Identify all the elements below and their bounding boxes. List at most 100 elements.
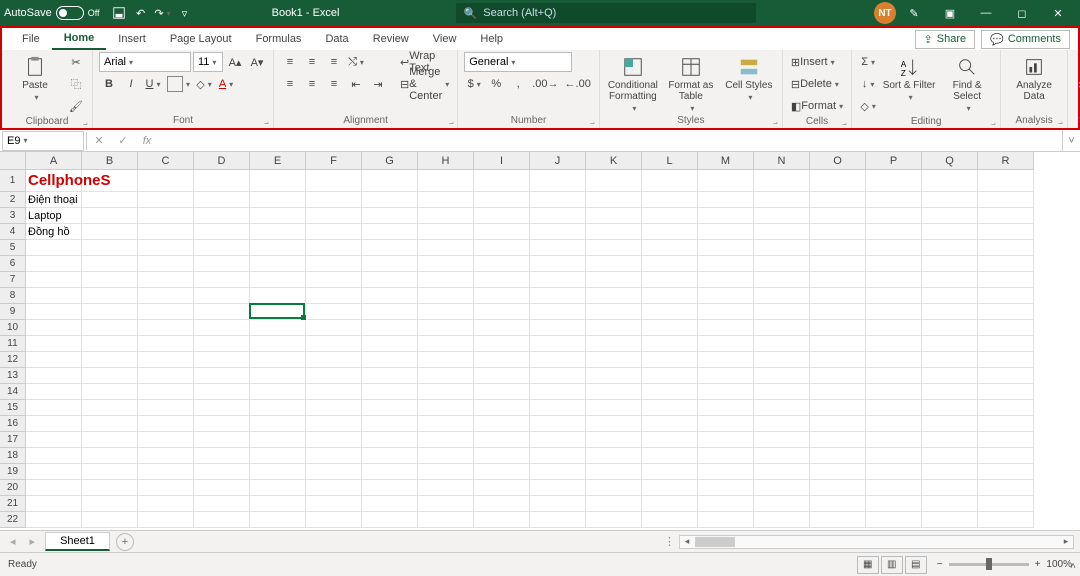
cell[interactable]: [306, 384, 362, 400]
cell[interactable]: [530, 240, 586, 256]
cell[interactable]: [642, 240, 698, 256]
cell[interactable]: [82, 170, 138, 192]
cell[interactable]: [642, 448, 698, 464]
font-size-combo[interactable]: 11: [193, 52, 223, 72]
row-header[interactable]: 18: [0, 448, 26, 464]
cell[interactable]: [306, 320, 362, 336]
cell[interactable]: [754, 512, 810, 528]
cell[interactable]: [82, 432, 138, 448]
cell[interactable]: [194, 320, 250, 336]
pagebreak-view-icon[interactable]: ▤: [905, 556, 927, 574]
cell[interactable]: [754, 272, 810, 288]
cell[interactable]: [138, 240, 194, 256]
cell[interactable]: [362, 432, 418, 448]
analyze-data-button[interactable]: Analyze Data: [1007, 52, 1061, 102]
cell[interactable]: [194, 496, 250, 512]
cell[interactable]: [642, 400, 698, 416]
cell[interactable]: [530, 352, 586, 368]
cell[interactable]: [642, 170, 698, 192]
cell[interactable]: [138, 304, 194, 320]
cell[interactable]: [978, 288, 1034, 304]
cell[interactable]: [82, 224, 138, 240]
tab-home[interactable]: Home: [52, 28, 107, 50]
cell[interactable]: [810, 512, 866, 528]
cell[interactable]: [810, 336, 866, 352]
tab-scroll-right-icon[interactable]: ▸: [26, 535, 40, 548]
cell[interactable]: [474, 368, 530, 384]
cell[interactable]: [642, 208, 698, 224]
cell[interactable]: [530, 320, 586, 336]
new-sheet-icon[interactable]: +: [116, 533, 134, 551]
cell[interactable]: [418, 272, 474, 288]
cell[interactable]: [754, 496, 810, 512]
cell[interactable]: [474, 208, 530, 224]
cell[interactable]: [698, 480, 754, 496]
scroll-left-icon[interactable]: ◂: [680, 536, 694, 548]
cell[interactable]: [306, 256, 362, 272]
column-headers[interactable]: ABCDEFGHIJKLMNOPQR: [26, 152, 1080, 170]
cell[interactable]: [642, 384, 698, 400]
cancel-formula-icon[interactable]: ✕: [87, 131, 111, 151]
cell[interactable]: [866, 224, 922, 240]
cell[interactable]: [138, 272, 194, 288]
cell[interactable]: [418, 368, 474, 384]
cell[interactable]: [418, 464, 474, 480]
cell[interactable]: [530, 256, 586, 272]
horizontal-scrollbar[interactable]: ◂ ▸: [679, 535, 1074, 549]
column-header[interactable]: G: [362, 152, 418, 170]
cell[interactable]: [698, 416, 754, 432]
cell[interactable]: [866, 208, 922, 224]
cell[interactable]: [26, 400, 82, 416]
pen-icon[interactable]: ✎: [896, 0, 932, 26]
cell[interactable]: [306, 224, 362, 240]
cell[interactable]: [754, 192, 810, 208]
cell[interactable]: [418, 320, 474, 336]
cell[interactable]: [250, 272, 306, 288]
cell[interactable]: [250, 480, 306, 496]
cell[interactable]: [754, 288, 810, 304]
autosave[interactable]: AutoSave Off: [4, 6, 100, 20]
cell[interactable]: [810, 352, 866, 368]
undo-icon[interactable]: ↶: [130, 2, 152, 24]
cell[interactable]: [530, 400, 586, 416]
cell[interactable]: [530, 384, 586, 400]
cell[interactable]: [754, 304, 810, 320]
cell[interactable]: [530, 192, 586, 208]
cell[interactable]: [866, 240, 922, 256]
column-header[interactable]: R: [978, 152, 1034, 170]
cell[interactable]: [922, 192, 978, 208]
underline-button[interactable]: U: [143, 74, 163, 94]
cell[interactable]: [978, 208, 1034, 224]
cell[interactable]: [810, 192, 866, 208]
cell[interactable]: [474, 480, 530, 496]
cell[interactable]: [418, 448, 474, 464]
cell[interactable]: [530, 208, 586, 224]
cell[interactable]: [474, 288, 530, 304]
cell[interactable]: [810, 320, 866, 336]
cell[interactable]: [978, 192, 1034, 208]
row-header[interactable]: 21: [0, 496, 26, 512]
cell[interactable]: [26, 368, 82, 384]
cell[interactable]: [810, 400, 866, 416]
cell[interactable]: [698, 352, 754, 368]
cell[interactable]: [250, 256, 306, 272]
cell[interactable]: [250, 400, 306, 416]
cell[interactable]: [418, 240, 474, 256]
cell[interactable]: [362, 480, 418, 496]
font-color-icon[interactable]: A: [216, 74, 236, 94]
cell[interactable]: [642, 304, 698, 320]
close-icon[interactable]: ✕: [1040, 0, 1076, 26]
column-header[interactable]: H: [418, 152, 474, 170]
column-header[interactable]: O: [810, 152, 866, 170]
cell[interactable]: [642, 192, 698, 208]
cell[interactable]: [362, 464, 418, 480]
format-cells-button[interactable]: ◧ Format: [789, 96, 845, 116]
cell[interactable]: [418, 416, 474, 432]
cell[interactable]: [698, 272, 754, 288]
cell[interactable]: [810, 416, 866, 432]
cell[interactable]: [194, 368, 250, 384]
cell[interactable]: [978, 416, 1034, 432]
increase-decimal-icon[interactable]: .00→: [530, 74, 560, 94]
cell[interactable]: [698, 432, 754, 448]
cell[interactable]: [810, 240, 866, 256]
